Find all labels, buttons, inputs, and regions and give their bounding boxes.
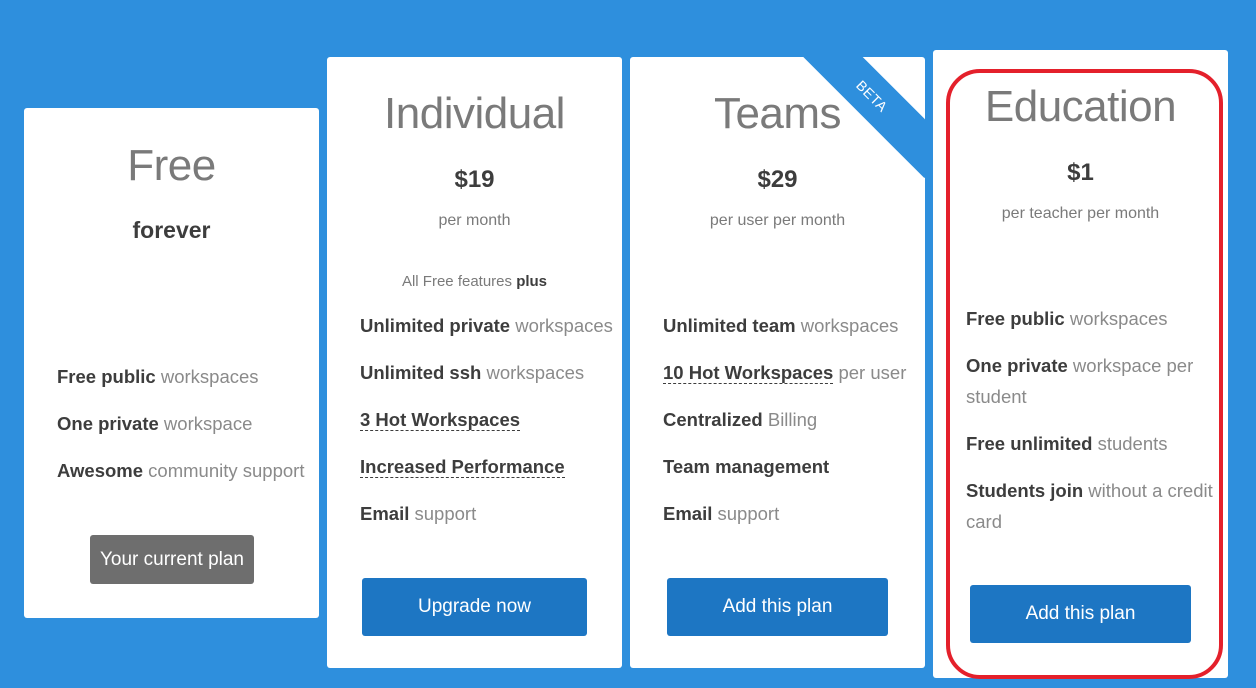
- increased-performance-link[interactable]: Increased Performance: [360, 456, 565, 478]
- plan-period-individual: per month: [438, 212, 511, 229]
- feature-item: Team management: [663, 456, 830, 477]
- feature-item: Students join without a credit card: [966, 480, 1213, 532]
- plan-price-individual: $19: [454, 166, 495, 193]
- plan-card-free: Free forever Free public workspaces One …: [24, 108, 319, 618]
- plan-subtitle-free: forever: [132, 217, 211, 243]
- feature-item: Centralized Billing: [663, 409, 818, 430]
- plan-price-teams: $29: [757, 166, 798, 193]
- plan-card-education: Education $1 per teacher per month Free …: [933, 50, 1228, 678]
- add-teams-plan-button[interactable]: Add this plan: [667, 578, 888, 636]
- feature-item: Free unlimited students: [966, 433, 1168, 454]
- feature-item: One private workspace per student: [966, 355, 1194, 407]
- upgrade-now-button[interactable]: Upgrade now: [362, 578, 587, 636]
- feature-list-free: Free public workspaces One private works…: [57, 361, 315, 486]
- feature-item: Unlimited ssh workspaces: [360, 362, 585, 383]
- feature-item: Increased Performance: [360, 451, 618, 482]
- feature-item: One private workspace: [57, 413, 253, 434]
- feature-item: Free public workspaces: [966, 308, 1168, 329]
- plan-title-teams: Teams: [713, 89, 842, 138]
- plan-title-education: Education: [984, 82, 1177, 131]
- plan-card-individual: Individual $19 per month All Free featur…: [327, 57, 622, 668]
- add-education-plan-button[interactable]: Add this plan: [970, 585, 1191, 643]
- feature-list-teams: Unlimited team workspaces 10 Hot Workspa…: [663, 310, 921, 529]
- feature-item: Unlimited private workspaces: [360, 315, 613, 336]
- feature-list-individual: Unlimited private workspaces Unlimited s…: [360, 310, 618, 529]
- plan-period-teams: per user per month: [709, 212, 846, 229]
- plan-card-teams: BETA Teams $29 per user per month Unlimi…: [630, 57, 925, 668]
- feature-list-education: Free public workspaces One private works…: [966, 303, 1224, 537]
- feature-item: 3 Hot Workspaces: [360, 404, 618, 435]
- plan-price-education: $1: [1067, 159, 1094, 186]
- hot-workspaces-link[interactable]: 3 Hot Workspaces: [360, 409, 521, 431]
- feature-item: Email support: [360, 503, 477, 524]
- feature-item: Free public workspaces: [57, 366, 259, 387]
- hot-workspaces-link[interactable]: 10 Hot Workspaces: [663, 362, 834, 384]
- feature-item: Unlimited team workspaces: [663, 315, 899, 336]
- pricing-page: Free forever Free public workspaces One …: [0, 0, 1256, 688]
- feature-item: 10 Hot Workspaces per user: [663, 362, 907, 384]
- plan-includes-note: All Free features plus: [401, 273, 548, 290]
- plan-period-education: per teacher per month: [1001, 205, 1160, 222]
- plan-title-free: Free: [127, 141, 216, 190]
- current-plan-button[interactable]: Your current plan: [90, 535, 254, 584]
- feature-item: Email support: [663, 503, 780, 524]
- feature-item: Awesome community support: [57, 460, 305, 481]
- plan-title-individual: Individual: [384, 89, 565, 138]
